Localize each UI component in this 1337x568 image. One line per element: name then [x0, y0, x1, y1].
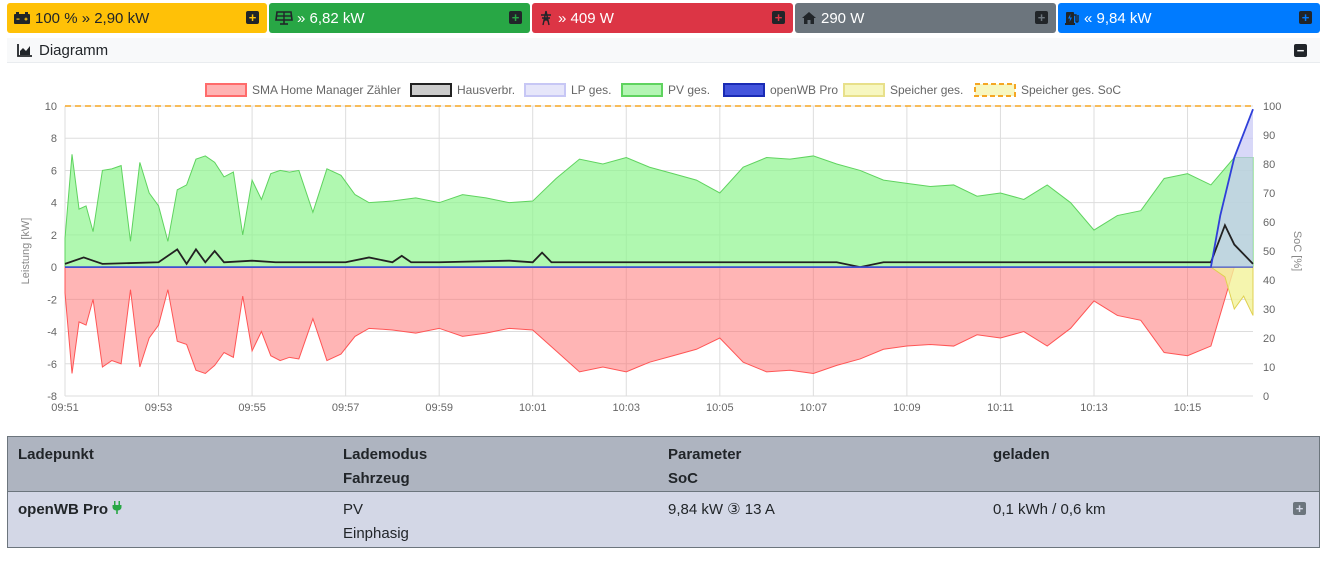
x-tick-label: 10:01 — [519, 402, 547, 414]
y2-tick-label: 40 — [1263, 275, 1275, 287]
x-tick-label: 10:09 — [893, 402, 921, 414]
y-tick-label: -6 — [47, 359, 57, 371]
legend-label: openWB Pro — [770, 83, 838, 97]
expand-charge-icon[interactable]: + — [1299, 11, 1312, 24]
collapse-diagram-icon[interactable]: − — [1294, 44, 1307, 57]
header-fahrzeug: Fahrzeug — [343, 470, 410, 487]
phase-mode: Einphasig — [343, 525, 409, 542]
x-tick-label: 09:57 — [332, 402, 360, 414]
pv-tile[interactable]: » 6,82 kW + — [269, 3, 530, 33]
charging-station-icon — [1064, 10, 1080, 26]
car-battery-icon — [13, 11, 31, 25]
y-tick-label: 2 — [51, 230, 57, 242]
x-tick-label: 10:03 — [612, 402, 640, 414]
x-tick-label: 10:07 — [800, 402, 828, 414]
y2-tick-label: 100 — [1263, 101, 1281, 113]
header-soc: SoC — [668, 470, 698, 487]
house-tile-text: 290 W — [821, 9, 865, 27]
header-lademodus: Lademodus — [343, 446, 428, 463]
x-tick-label: 09:53 — [145, 402, 173, 414]
y2-tick-label: 80 — [1263, 159, 1275, 171]
legend-label: Speicher ges. — [890, 83, 963, 97]
y2-tick-label: 10 — [1263, 362, 1275, 374]
legend-swatch — [524, 83, 566, 97]
pv-tile-text: » 6,82 kW — [297, 9, 365, 27]
x-tick-label: 09:55 — [238, 402, 266, 414]
y-tick-label: 8 — [51, 133, 57, 145]
power-chart[interactable]: -8 -6 -4 -2 0 2 4 6 8 10 0 10 20 30 40 50 60 70 80 90 100 09:… — [7, 70, 1320, 432]
y-tick-label: -4 — [47, 327, 57, 339]
x-tick-label: 10:13 — [1080, 402, 1108, 414]
battery-tile-text: 100 % » 2,90 kW — [35, 9, 150, 27]
header-parameter: Parameter — [668, 446, 742, 463]
legend-swatch — [723, 83, 765, 97]
y2-tick-label: 0 — [1263, 391, 1269, 403]
y-tick-label: 4 — [51, 198, 57, 210]
house-tile[interactable]: 290 W + — [795, 3, 1056, 33]
y2-tick-label: 50 — [1263, 246, 1275, 258]
charged-energy: 0,1 kWh / 0,6 km — [993, 501, 1106, 518]
header-geladen: geladen — [993, 446, 1050, 463]
y-tick-label: 0 — [51, 262, 57, 274]
x-tick-label: 09:51 — [51, 402, 79, 414]
y-tick-label: -2 — [47, 294, 57, 306]
power-chart-svg: -8-6-4-20246810010203040506070809010009:… — [20, 83, 1303, 414]
legend-label: PV ges. — [668, 83, 710, 97]
home-icon — [801, 11, 817, 25]
expand-house-icon[interactable]: + — [1035, 11, 1048, 24]
expand-pv-icon[interactable]: + — [509, 11, 522, 24]
charge-tile[interactable]: « 9,84 kW + — [1058, 3, 1320, 33]
charge-tile-text: « 9,84 kW — [1084, 9, 1152, 27]
y2-tick-label: 90 — [1263, 130, 1275, 142]
series-grid-area — [64, 266, 1253, 375]
legend-swatch — [974, 83, 1016, 97]
x-tick-label: 09:59 — [425, 402, 453, 414]
y2-tick-label: 30 — [1263, 304, 1275, 316]
x-tick-label: 10:15 — [1174, 402, 1202, 414]
chargepoint-table: Ladepunkt Lademodus Fahrzeug Parameter S… — [7, 436, 1320, 548]
status-bar: 100 % » 2,90 kW + » 6,82 kW + » 409 W + … — [7, 3, 1320, 33]
legend-label: Speicher ges. SoC — [1021, 83, 1121, 97]
legend-swatch — [621, 83, 663, 97]
power-pylon-icon — [538, 10, 554, 26]
series-pv-area — [64, 154, 1254, 268]
chargepoint-name: openWB Pro — [18, 501, 108, 518]
legend-label: LP ges. — [571, 83, 611, 97]
battery-tile[interactable]: 100 % » 2,90 kW + — [7, 3, 267, 33]
table-row[interactable]: openWB Pro PV Einphasig 9,84 kW ③ 13 A 0… — [8, 491, 1319, 547]
charge-parameter: 9,84 kW ③ 13 A — [668, 501, 775, 518]
header-ladepunkt: Ladepunkt — [18, 446, 94, 463]
grid-tile[interactable]: » 409 W + — [532, 3, 793, 33]
legend-swatch — [410, 83, 452, 97]
legend-label: SMA Home Manager Zähler — [252, 83, 401, 97]
grid-tile-text: » 409 W — [558, 9, 614, 27]
diagram-title: Diagramm — [39, 41, 109, 59]
legend-label: Hausverbr. — [457, 83, 515, 97]
y-tick-label: 6 — [51, 165, 57, 177]
y2-tick-label: 60 — [1263, 217, 1275, 229]
x-tick-label: 10:05 — [706, 402, 734, 414]
charge-mode: PV — [343, 501, 364, 518]
plug-icon — [112, 501, 122, 518]
legend-swatch — [843, 83, 885, 97]
legend-swatch — [205, 83, 247, 97]
x-tick-label: 10:11 — [987, 402, 1014, 414]
y2-axis-label: SoC [%] — [1291, 231, 1303, 271]
diagram-header[interactable]: Diagramm − — [7, 38, 1320, 63]
expand-battery-icon[interactable]: + — [246, 11, 259, 24]
y2-tick-label: 70 — [1263, 188, 1275, 200]
y-axis-label: Leistung [kW] — [20, 218, 32, 285]
expand-row-icon[interactable]: + — [1293, 502, 1306, 515]
area-chart-icon — [17, 43, 33, 57]
y-tick-label: 10 — [45, 101, 57, 113]
y2-tick-label: 20 — [1263, 333, 1275, 345]
expand-grid-icon[interactable]: + — [772, 11, 785, 24]
solar-panel-icon — [275, 11, 293, 25]
chargepoint-table-header: Ladepunkt Lademodus Fahrzeug Parameter S… — [8, 437, 1319, 491]
